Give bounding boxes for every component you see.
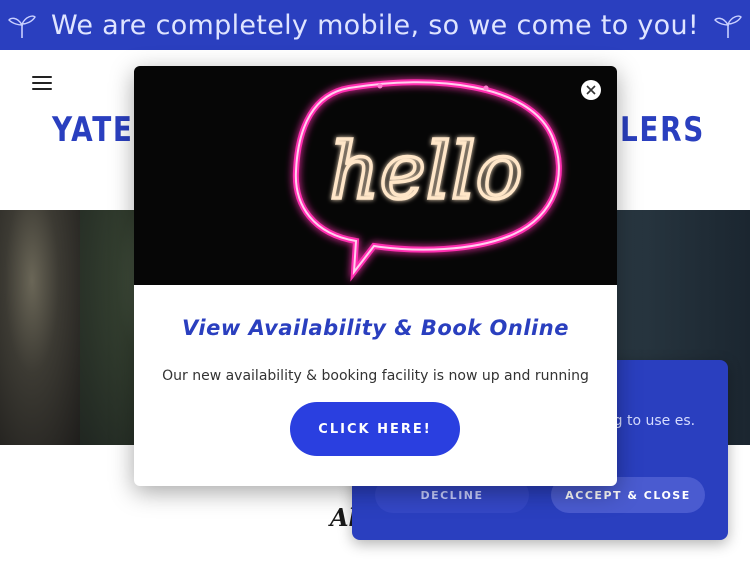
modal-description: Our new availability & booking facility … <box>162 368 589 384</box>
brand-title-right[interactable]: ILERS <box>608 110 705 150</box>
sprout-icon <box>714 15 742 38</box>
announcement-text: We are completely mobile, so we come to … <box>50 9 700 41</box>
click-here-button[interactable]: CLICK HERE! <box>290 402 460 456</box>
neon-sign-icon: hello <box>292 79 562 282</box>
close-icon[interactable] <box>581 80 601 100</box>
announcement-bar: We are completely mobile, so we come to … <box>0 0 750 50</box>
hamburger-icon[interactable] <box>32 76 52 92</box>
sprout-icon <box>8 15 36 38</box>
popup-modal: hello View Availability & Book Online Ou… <box>134 66 617 486</box>
neon-hello-image: hello <box>134 66 617 285</box>
neon-hello-text: hello <box>329 127 522 217</box>
hero-lamp-area <box>0 210 80 445</box>
modal-title: View Availability & Book Online <box>182 316 569 340</box>
